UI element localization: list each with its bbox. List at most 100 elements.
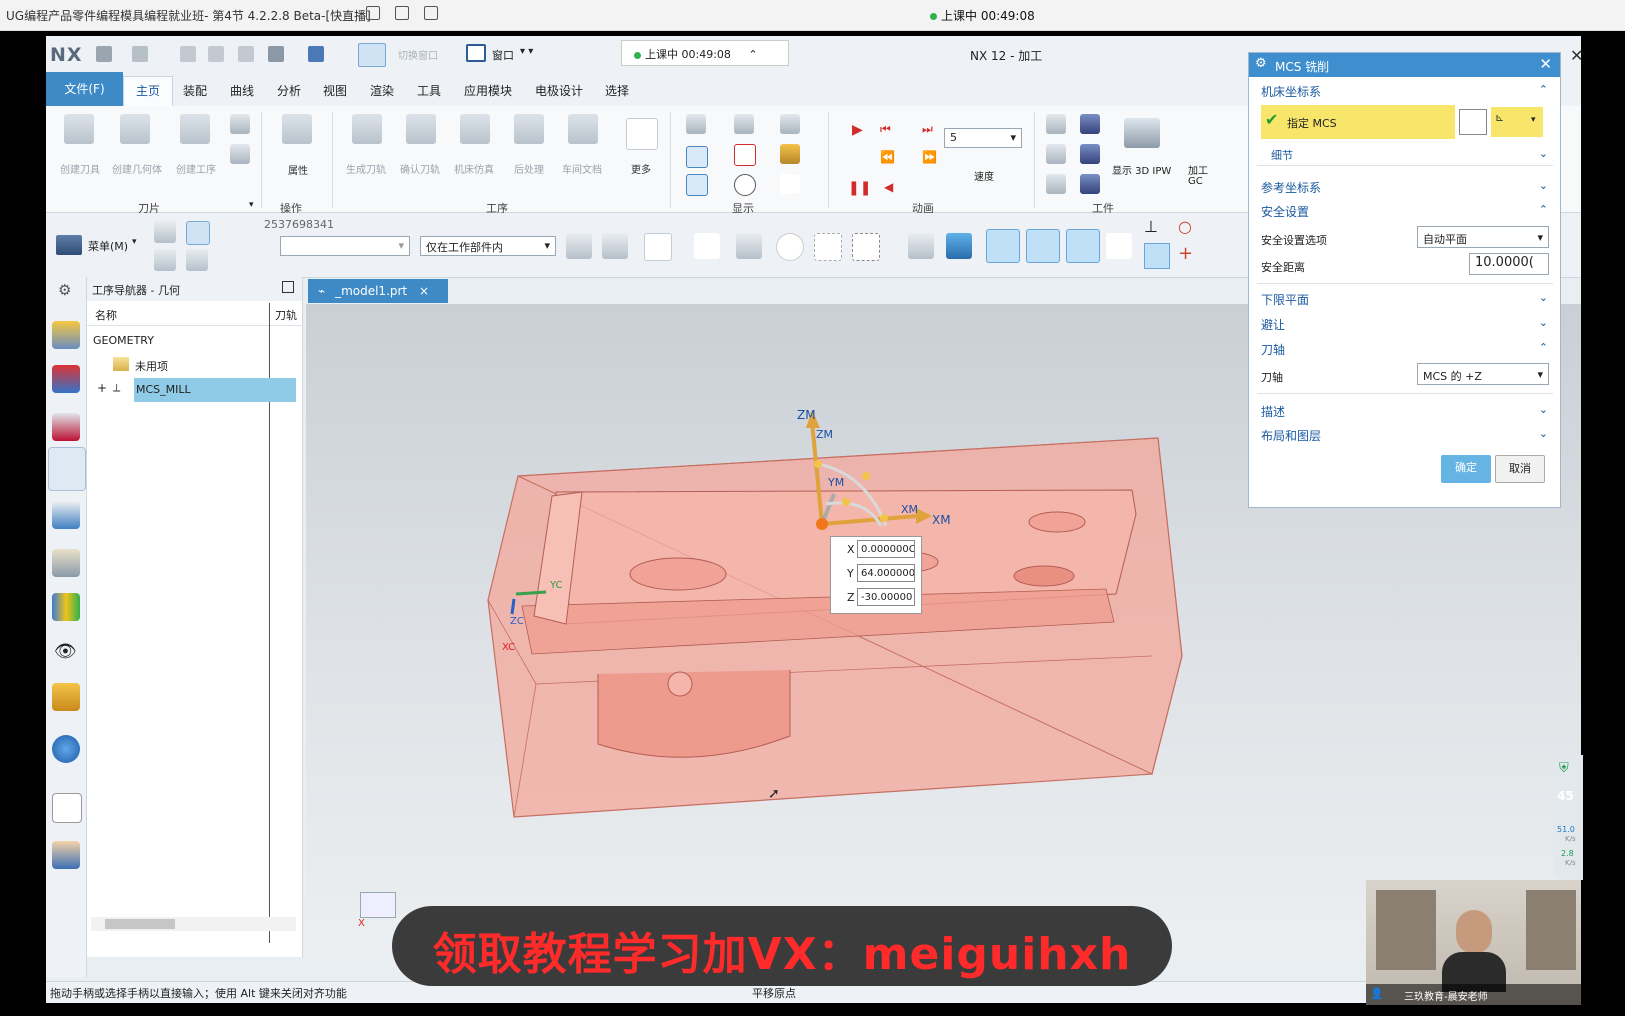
expand-icon[interactable]: ⌄	[1539, 403, 1548, 416]
verify-toolpath-label[interactable]: 确认刀轨	[400, 161, 440, 176]
speed-dropdown[interactable]: 5 ▾	[944, 128, 1022, 148]
dialog-close-icon[interactable]: ✕	[1539, 55, 1552, 73]
touch-mode-icon[interactable]	[308, 46, 324, 62]
layers-icon[interactable]	[52, 683, 80, 711]
wire-cube-icon[interactable]	[814, 233, 842, 261]
circle-icon[interactable]: ○	[1178, 217, 1192, 236]
col-toolpath[interactable]: 刀轨	[275, 307, 297, 323]
hexagon-icon[interactable]	[776, 233, 804, 261]
select-mode-icon[interactable]	[358, 43, 386, 67]
endpoint-icon[interactable]	[1026, 229, 1060, 263]
nav-icon-2[interactable]	[186, 221, 210, 245]
program-nav-icon[interactable]	[52, 365, 80, 393]
z-input[interactable]: -30.00000	[857, 588, 915, 606]
tree-row-geometry[interactable]: GEOMETRY	[93, 334, 154, 347]
box-select-icon[interactable]	[852, 233, 880, 261]
nx-close-icon[interactable]: ✕	[1570, 46, 1583, 65]
workpiece-icon-6[interactable]	[1080, 174, 1100, 194]
show-3d-ipw-icon[interactable]	[1124, 118, 1160, 148]
generate-toolpath-icon[interactable]	[352, 114, 382, 144]
scope-dropdown[interactable]: 仅在工作部件内 ▾	[420, 236, 556, 256]
step-forward-icon[interactable]: ⏭	[922, 122, 933, 137]
geometry-nav-icon[interactable]	[48, 447, 86, 491]
workpiece-icon-2[interactable]	[1080, 114, 1100, 134]
curve-point-icon[interactable]	[1106, 233, 1132, 259]
tab-select[interactable]: 选择	[605, 82, 629, 99]
tab-curve[interactable]: 曲线	[230, 82, 254, 99]
reverse-icon[interactable]: ◀	[884, 180, 893, 194]
snap-tool-icon[interactable]	[566, 233, 592, 259]
safety-option-dropdown[interactable]: 自动平面 ▾	[1417, 226, 1549, 248]
snap-tool-icon[interactable]	[602, 233, 628, 259]
csys-type-dropdown[interactable]: ⊾ ▾	[1491, 107, 1543, 137]
section-avoidance[interactable]: 避让	[1261, 316, 1285, 333]
filter-icon[interactable]	[644, 233, 672, 261]
popout-icon[interactable]	[395, 6, 409, 20]
create-geometry-label[interactable]: 创建几何体	[112, 161, 162, 176]
create-geometry-icon[interactable]	[120, 114, 150, 144]
generate-toolpath-label[interactable]: 生成刀轨	[346, 161, 386, 176]
menu-icon[interactable]	[56, 235, 82, 255]
window-chevron-icon[interactable]: ▾ ▾	[520, 46, 533, 57]
snap-points-icon[interactable]	[986, 229, 1020, 263]
copy-icon[interactable]	[208, 46, 224, 62]
save-icon[interactable]	[96, 46, 112, 62]
section-safety[interactable]: 安全设置	[1261, 203, 1309, 220]
cancel-button[interactable]: 取消	[1495, 455, 1545, 483]
step-back-icon[interactable]: ⏮	[880, 122, 891, 137]
expand-icon[interactable]: +	[97, 381, 107, 395]
create-operation-label[interactable]: 创建工序	[176, 161, 216, 176]
tab-tools[interactable]: 工具	[417, 82, 441, 99]
window-menu[interactable]: 窗口	[492, 47, 514, 63]
close-tab-icon[interactable]: ×	[419, 284, 429, 298]
postprocess-label[interactable]: 后处理	[514, 161, 544, 176]
create-tool-icon[interactable]	[64, 114, 94, 144]
tab-electrode-design[interactable]: 电极设计	[535, 82, 583, 99]
display-line-icon[interactable]	[780, 174, 800, 194]
to-end-icon[interactable]: ⏩	[922, 150, 937, 164]
machine-sim-label[interactable]: 机床仿真	[454, 161, 494, 176]
expand-icon[interactable]: ⌄	[1539, 291, 1548, 304]
small-tool-icon[interactable]	[230, 114, 250, 134]
expand-icon[interactable]: ⌄	[1539, 147, 1548, 160]
safety-distance-input[interactable]: 10.0000(	[1469, 253, 1549, 275]
expand-icon[interactable]: ⌄	[1539, 427, 1548, 440]
expand-icon[interactable]: ⌄	[1539, 316, 1548, 329]
menu-button[interactable]: 菜单(M)	[88, 238, 128, 254]
collapse-icon[interactable]: ⌃	[748, 48, 757, 61]
shop-doc-label[interactable]: 车间文档	[562, 161, 602, 176]
more-icon[interactable]	[626, 118, 658, 150]
tool-icon[interactable]	[736, 233, 762, 259]
eye-icon[interactable]: 👁	[54, 641, 77, 662]
properties-icon[interactable]	[282, 114, 312, 144]
nav-icon-3[interactable]	[154, 249, 176, 271]
section-description[interactable]: 描述	[1261, 403, 1285, 420]
workpiece-icon-1[interactable]	[1046, 114, 1066, 134]
tab-application[interactable]: 应用模块	[464, 82, 512, 99]
file-menu[interactable]: 文件(F)	[46, 72, 123, 106]
tool-nav-icon[interactable]	[52, 413, 80, 441]
center-point-icon[interactable]	[1144, 243, 1170, 269]
section-machine-cs[interactable]: 机床坐标系	[1261, 83, 1321, 100]
tree-row-mcs-mill[interactable]: MCS_MILL	[136, 383, 191, 396]
rotate-icon[interactable]	[694, 233, 720, 259]
info-icon[interactable]	[424, 6, 438, 20]
eraser-icon[interactable]	[908, 233, 934, 259]
machine-sim-icon[interactable]	[460, 114, 490, 144]
workpiece-icon-5[interactable]	[1046, 174, 1066, 194]
menu-chevron-icon[interactable]: ▾	[132, 237, 137, 247]
document-icon[interactable]	[52, 793, 82, 823]
section-reference-cs[interactable]: 参考坐标系	[1261, 179, 1321, 196]
create-tool-label[interactable]: 创建刀具	[60, 161, 100, 176]
tree-row-unused[interactable]: 未用项	[135, 358, 168, 374]
hand-icon[interactable]	[52, 841, 80, 869]
ok-button[interactable]: 确定	[1441, 455, 1491, 483]
plus-point-icon[interactable]: +	[1178, 243, 1193, 264]
csys-dialog-button[interactable]	[1459, 109, 1487, 135]
create-operation-icon[interactable]	[180, 114, 210, 144]
properties-label[interactable]: 属性	[288, 162, 308, 177]
shop-doc-icon[interactable]	[568, 114, 598, 144]
horizontal-scrollbar[interactable]	[91, 917, 296, 931]
gear-icon[interactable]: ⚙	[58, 281, 71, 299]
small-tool-icon[interactable]	[230, 144, 250, 164]
